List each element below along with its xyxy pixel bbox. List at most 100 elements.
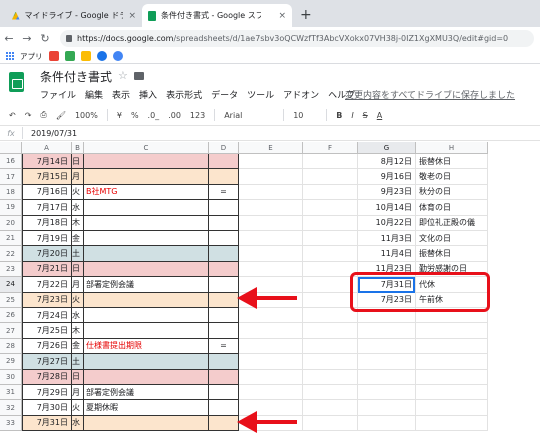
holiday-date-cell[interactable]: 10月14日 [358, 200, 416, 216]
row-header[interactable]: 33 [0, 415, 22, 432]
row-header[interactable]: 22 [0, 246, 22, 262]
redo-icon[interactable]: ↷ [25, 111, 32, 120]
event-cell[interactable] [84, 246, 209, 262]
flag-cell[interactable] [209, 415, 239, 432]
column-header-b[interactable]: B [72, 142, 84, 154]
column-header-d[interactable]: D [209, 142, 239, 154]
weekday-cell[interactable]: 土 [72, 246, 84, 262]
text-color-button[interactable]: A [377, 111, 382, 120]
increase-decimal-button[interactable]: .00 [168, 111, 181, 120]
photos-icon[interactable] [80, 51, 91, 61]
flag-cell[interactable] [209, 200, 239, 216]
flag-cell[interactable] [209, 277, 239, 293]
date-cell[interactable]: 7月27日 [22, 354, 72, 370]
holiday-name-cell[interactable]: 体育の日 [416, 200, 488, 216]
apps-label[interactable]: アプリ [20, 51, 43, 62]
menu-edit[interactable]: 編集 [85, 88, 103, 101]
gmail-icon[interactable] [48, 51, 59, 61]
empty-cell[interactable] [303, 184, 358, 201]
flag-cell[interactable] [209, 292, 239, 308]
empty-cell[interactable] [239, 338, 303, 355]
holiday-name-cell[interactable] [416, 369, 488, 385]
paint-format-icon[interactable]: 🖌︎ [56, 111, 66, 120]
holiday-date-cell[interactable] [358, 415, 416, 432]
menu-addons[interactable]: アドオン [283, 88, 319, 101]
row-header[interactable]: 16 [0, 154, 22, 170]
maps-icon[interactable] [64, 51, 75, 61]
event-cell[interactable] [84, 200, 209, 216]
zoom-select[interactable]: 100% [75, 111, 98, 120]
flag-cell[interactable] [209, 231, 239, 247]
row-header[interactable]: 26 [0, 308, 22, 324]
event-cell[interactable]: 夏期休暇 [84, 400, 209, 416]
back-icon[interactable]: ← [0, 32, 18, 45]
holiday-date-cell[interactable]: 8月12日 [358, 154, 416, 170]
row-header[interactable]: 24 [0, 277, 22, 293]
flag-cell[interactable] [209, 215, 239, 231]
holiday-name-cell[interactable] [416, 354, 488, 370]
column-header-f[interactable]: F [303, 142, 358, 154]
percent-button[interactable]: % [131, 111, 139, 120]
holiday-date-cell[interactable] [358, 369, 416, 385]
row-header[interactable]: 19 [0, 200, 22, 216]
tab-sheets[interactable]: 条件付き書式 - Google スプレッドシ × [142, 4, 292, 27]
row-header[interactable]: 20 [0, 215, 22, 231]
holiday-name-cell[interactable]: 秋分の日 [416, 184, 488, 201]
holiday-name-cell[interactable] [416, 415, 488, 432]
event-cell[interactable]: 仕様書提出期限 [84, 338, 209, 355]
flag-cell[interactable] [209, 246, 239, 262]
empty-cell[interactable] [239, 154, 303, 170]
holiday-name-cell[interactable]: 振替休日 [416, 154, 488, 170]
menu-file[interactable]: ファイル [40, 88, 76, 101]
currency-button[interactable]: ¥ [117, 111, 122, 120]
event-cell[interactable] [84, 215, 209, 231]
empty-cell[interactable] [303, 338, 358, 355]
empty-cell[interactable] [303, 354, 358, 370]
empty-cell[interactable] [303, 231, 358, 247]
event-cell[interactable] [84, 415, 209, 432]
empty-cell[interactable] [303, 246, 358, 262]
bold-button[interactable]: B [336, 111, 342, 120]
row-header[interactable]: 32 [0, 400, 22, 416]
url-field[interactable]: https://docs.google.com/spreadsheets/d/1… [60, 29, 534, 47]
row-header[interactable]: 17 [0, 169, 22, 185]
holiday-date-cell[interactable]: 10月22日 [358, 215, 416, 231]
strikethrough-button[interactable]: S [363, 111, 368, 120]
row-header[interactable]: 31 [0, 385, 22, 401]
holiday-date-cell[interactable] [358, 323, 416, 339]
date-cell[interactable]: 7月25日 [22, 323, 72, 339]
empty-cell[interactable] [303, 323, 358, 339]
weekday-cell[interactable]: 日 [72, 261, 84, 278]
close-icon[interactable]: × [278, 11, 286, 21]
holiday-date-cell[interactable] [358, 354, 416, 370]
bookmark-icon[interactable] [112, 51, 123, 61]
undo-icon[interactable]: ↶ [9, 111, 16, 120]
weekday-cell[interactable]: 土 [72, 354, 84, 370]
event-cell[interactable] [84, 323, 209, 339]
event-cell[interactable] [84, 154, 209, 170]
empty-cell[interactable] [239, 261, 303, 278]
date-cell[interactable]: 7月15日 [22, 169, 72, 185]
row-header[interactable]: 23 [0, 261, 22, 278]
formula-input[interactable]: 2019/07/31 [31, 129, 77, 138]
row-header[interactable]: 25 [0, 292, 22, 308]
new-tab-button[interactable]: + [300, 7, 312, 23]
holiday-date-cell[interactable] [358, 385, 416, 401]
empty-cell[interactable] [239, 246, 303, 262]
empty-cell[interactable] [303, 169, 358, 185]
font-size-select[interactable]: 10 [293, 111, 317, 120]
weekday-cell[interactable]: 木 [72, 323, 84, 339]
date-cell[interactable]: 7月22日 [22, 277, 72, 293]
event-cell[interactable]: 部署定例会議 [84, 385, 209, 401]
event-cell[interactable] [84, 354, 209, 370]
event-cell[interactable] [84, 261, 209, 278]
event-cell[interactable] [84, 169, 209, 185]
weekday-cell[interactable]: 水 [72, 415, 84, 432]
star-icon[interactable]: ☆ [118, 69, 128, 82]
column-header-e[interactable]: E [239, 142, 303, 154]
empty-cell[interactable] [239, 184, 303, 201]
weekday-cell[interactable]: 日 [72, 154, 84, 170]
select-all-corner[interactable] [0, 142, 22, 154]
column-header-c[interactable]: C [84, 142, 209, 154]
menu-data[interactable]: データ [211, 88, 238, 101]
